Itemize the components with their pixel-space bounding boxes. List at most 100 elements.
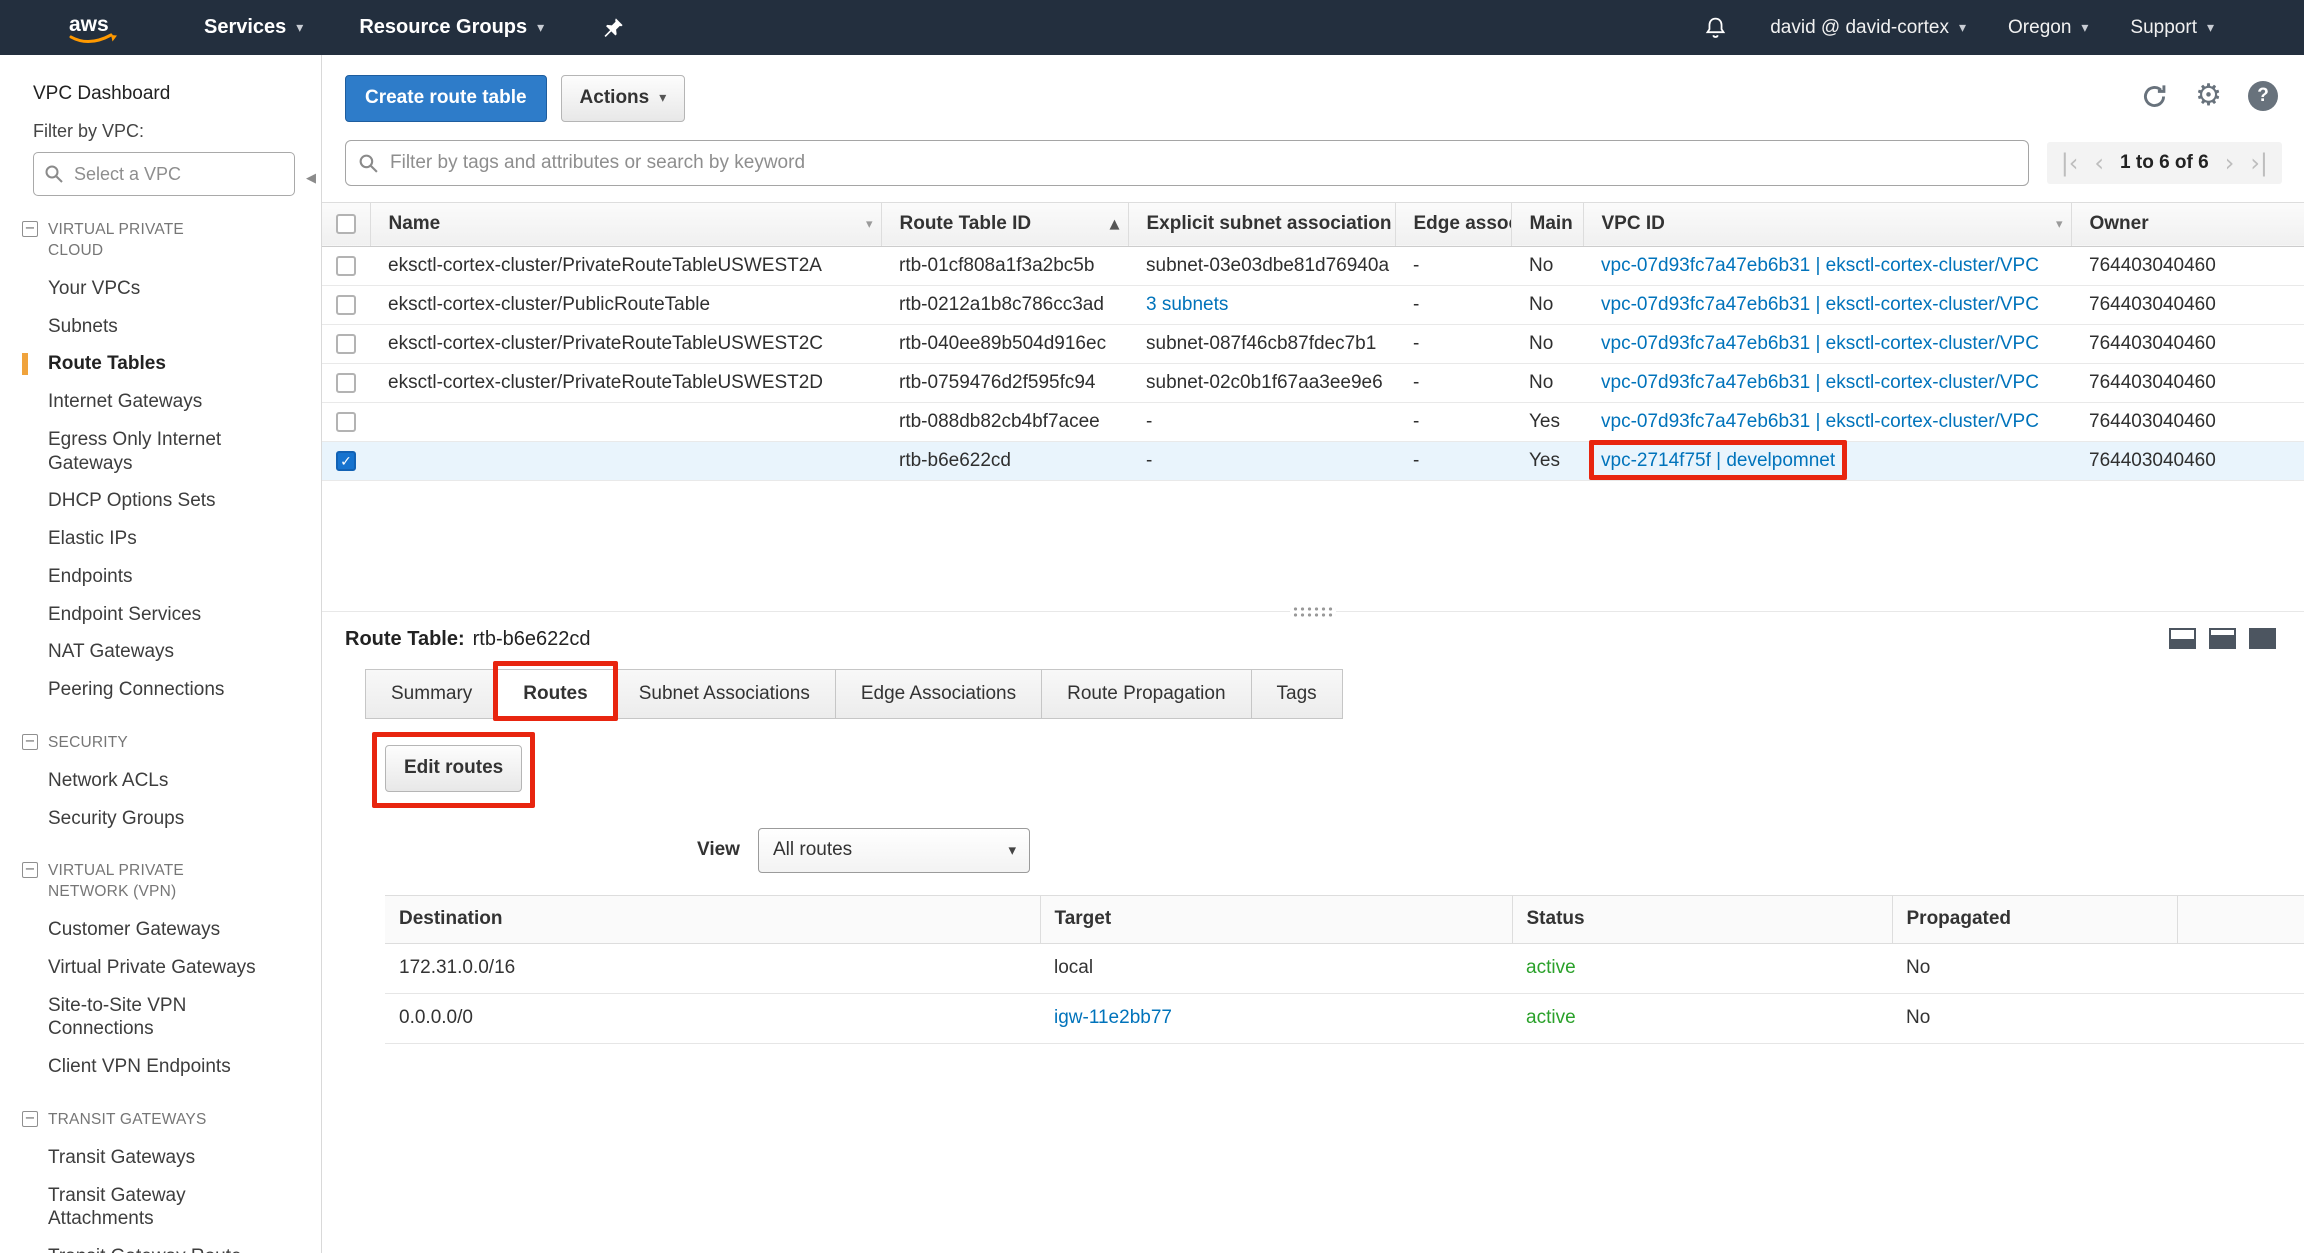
sidebar-item-transit-gateway-route-tables[interactable]: Transit Gateway Route Tables <box>0 1238 300 1253</box>
routes-column-destination: Destination <box>385 895 1040 943</box>
row-checkbox[interactable] <box>336 373 356 393</box>
cell-subnet-association: subnet-02c0b1f67aa3ee9e6 <box>1128 363 1395 402</box>
detail-tabs: Summary Routes Subnet Associations Edge … <box>365 669 2304 719</box>
cell-vpc-id: vpc-2714f75f | develpomnet <box>1583 441 2071 480</box>
cell-edge-associations: - <box>1395 441 1511 480</box>
chevron-down-icon: ▾ <box>1008 841 1016 859</box>
igw-link[interactable]: igw-11e2bb77 <box>1054 1007 1172 1028</box>
notifications-button[interactable] <box>1703 15 1728 40</box>
row-checkbox[interactable] <box>336 334 356 354</box>
collapse-section-icon[interactable]: − <box>22 862 38 878</box>
last-page-icon[interactable]: ›| <box>2250 151 2268 175</box>
sidebar-item-security-groups[interactable]: Security Groups <box>0 800 300 838</box>
view-select[interactable]: All routes ▾ <box>758 828 1030 873</box>
vpc-link[interactable]: vpc-07d93fc7a47eb6b31 | eksctl-cortex-cl… <box>1601 372 2039 393</box>
sidebar-item-client-vpn-endpoints[interactable]: Client VPN Endpoints <box>0 1048 300 1086</box>
collapse-section-icon[interactable]: − <box>22 734 38 750</box>
support-menu[interactable]: Support ▾ <box>2130 17 2214 39</box>
sidebar: VPC Dashboard Filter by VPC: ◀ − VIRTUAL… <box>0 55 322 1253</box>
table-row[interactable]: eksctl-cortex-cluster/PublicRouteTable r… <box>322 285 2304 324</box>
help-icon[interactable]: ? <box>2248 81 2278 111</box>
cell-name: eksctl-cortex-cluster/PrivateRouteTableU… <box>370 246 881 285</box>
table-row[interactable]: eksctl-cortex-cluster/PrivateRouteTableU… <box>322 363 2304 402</box>
sidebar-item-transit-gateway-attachments[interactable]: Transit Gateway Attachments <box>0 1177 300 1239</box>
tab-summary[interactable]: Summary <box>365 669 498 719</box>
sidebar-section-vpc: − VIRTUAL PRIVATE CLOUD Your VPCs Subnet… <box>0 220 321 709</box>
sidebar-item-nat-gateways[interactable]: NAT Gateways <box>0 633 300 671</box>
next-page-icon[interactable]: › <box>2225 151 2235 175</box>
vpc-link[interactable]: vpc-07d93fc7a47eb6b31 | eksctl-cortex-cl… <box>1601 255 2039 276</box>
table-row[interactable]: rtb-088db82cb4bf7acee - - Yes vpc-07d93f… <box>322 402 2304 441</box>
create-route-table-button[interactable]: Create route table <box>345 75 547 122</box>
column-header-vpc-id[interactable]: VPC ID▾ <box>1583 202 2071 246</box>
sidebar-collapse-button[interactable]: ◀ <box>301 155 321 201</box>
region-menu[interactable]: Oregon ▾ <box>2008 17 2088 39</box>
nav-resource-groups[interactable]: Resource Groups ▾ <box>359 16 544 39</box>
pane-layout-expand-icon[interactable] <box>2209 628 2236 649</box>
sidebar-item-peering-connections[interactable]: Peering Connections <box>0 671 300 709</box>
table-row-selected[interactable]: ✓ rtb-b6e622cd - - Yes vpc-2714f75f | de… <box>322 441 2304 480</box>
subnets-link[interactable]: 3 subnets <box>1146 294 1228 315</box>
tab-subnet-associations[interactable]: Subnet Associations <box>613 669 836 719</box>
section-header-vpn: − VIRTUAL PRIVATE NETWORK (VPN) <box>0 861 321 903</box>
vpc-link[interactable]: vpc-07d93fc7a47eb6b31 | eksctl-cortex-cl… <box>1601 333 2039 354</box>
tab-route-propagation[interactable]: Route Propagation <box>1041 669 1251 719</box>
user-menu[interactable]: david @ david-cortex ▾ <box>1770 17 1966 39</box>
sidebar-item-dhcp-options-sets[interactable]: DHCP Options Sets <box>0 482 300 520</box>
row-checkbox[interactable] <box>336 256 356 276</box>
sidebar-item-vpc-dashboard[interactable]: VPC Dashboard <box>0 77 321 109</box>
column-header-name[interactable]: Name▾ <box>370 202 881 246</box>
prev-page-icon[interactable]: ‹ <box>2094 151 2104 175</box>
row-checkbox-checked[interactable]: ✓ <box>336 451 356 471</box>
sidebar-item-internet-gateways[interactable]: Internet Gateways <box>0 383 300 421</box>
sidebar-item-subnets[interactable]: Subnets <box>0 308 300 346</box>
collapse-section-icon[interactable]: − <box>22 1111 38 1127</box>
pane-layout-split-icon[interactable] <box>2169 628 2196 649</box>
panel-resize-handle[interactable] <box>1290 605 1336 618</box>
column-header-owner[interactable]: Owner <box>2071 202 2304 246</box>
row-checkbox[interactable] <box>336 295 356 315</box>
sidebar-item-elastic-ips[interactable]: Elastic IPs <box>0 520 300 558</box>
tab-edge-associations[interactable]: Edge Associations <box>835 669 1042 719</box>
table-row[interactable]: eksctl-cortex-cluster/PrivateRouteTableU… <box>322 246 2304 285</box>
nav-services[interactable]: Services ▾ <box>204 16 303 39</box>
chevron-down-icon: ▾ <box>659 91 666 106</box>
sidebar-item-transit-gateways[interactable]: Transit Gateways <box>0 1139 300 1177</box>
collapse-section-icon[interactable]: − <box>22 221 38 237</box>
vpc-link[interactable]: vpc-07d93fc7a47eb6b31 | eksctl-cortex-cl… <box>1601 411 2039 432</box>
gear-icon[interactable]: ⚙ <box>2195 81 2222 111</box>
vpc-select-input[interactable] <box>33 152 295 196</box>
edit-routes-button[interactable]: Edit routes <box>385 745 522 792</box>
actions-button[interactable]: Actions ▾ <box>561 75 686 122</box>
sidebar-item-customer-gateways[interactable]: Customer Gateways <box>0 911 300 949</box>
refresh-button[interactable] <box>2140 82 2169 111</box>
row-checkbox[interactable] <box>336 412 356 432</box>
table-header-row: Name▾ Route Table ID▲ Explicit subnet as… <box>322 202 2304 246</box>
pin-shortcut-button[interactable] <box>602 16 625 39</box>
tab-tags[interactable]: Tags <box>1251 669 1343 719</box>
support-label: Support <box>2130 17 2197 39</box>
first-page-icon[interactable]: |‹ <box>2061 151 2079 175</box>
select-all-checkbox[interactable] <box>336 214 356 234</box>
column-header-route-table-id[interactable]: Route Table ID▲ <box>881 202 1128 246</box>
vpc-link[interactable]: vpc-2714f75f | develpomnet <box>1601 450 1835 471</box>
column-header-edge-associations[interactable]: Edge associations <box>1395 202 1511 246</box>
sidebar-item-your-vpcs[interactable]: Your VPCs <box>0 270 300 308</box>
tab-routes[interactable]: Routes <box>497 669 613 719</box>
sidebar-item-virtual-private-gateways[interactable]: Virtual Private Gateways <box>0 949 300 987</box>
sidebar-item-network-acls[interactable]: Network ACLs <box>0 762 300 800</box>
vpc-link[interactable]: vpc-07d93fc7a47eb6b31 | eksctl-cortex-cl… <box>1601 294 2039 315</box>
sidebar-item-endpoints[interactable]: Endpoints <box>0 558 300 596</box>
icon-fill <box>2211 635 2234 647</box>
sidebar-item-egress-only-internet-gateways[interactable]: Egress Only Internet Gateways <box>0 421 300 483</box>
sidebar-item-site-to-site-vpn-connections[interactable]: Site-to-Site VPN Connections <box>0 987 300 1049</box>
cell-edge-associations: - <box>1395 324 1511 363</box>
sidebar-item-route-tables[interactable]: Route Tables <box>0 345 300 383</box>
sidebar-item-endpoint-services[interactable]: Endpoint Services <box>0 596 300 634</box>
column-header-main[interactable]: Main <box>1511 202 1583 246</box>
table-filter-input[interactable] <box>345 140 2029 186</box>
table-row[interactable]: eksctl-cortex-cluster/PrivateRouteTableU… <box>322 324 2304 363</box>
pane-layout-full-icon[interactable] <box>2249 628 2276 649</box>
column-header-explicit-subnet-association[interactable]: Explicit subnet association <box>1128 202 1395 246</box>
aws-logo[interactable]: aws <box>66 10 120 46</box>
